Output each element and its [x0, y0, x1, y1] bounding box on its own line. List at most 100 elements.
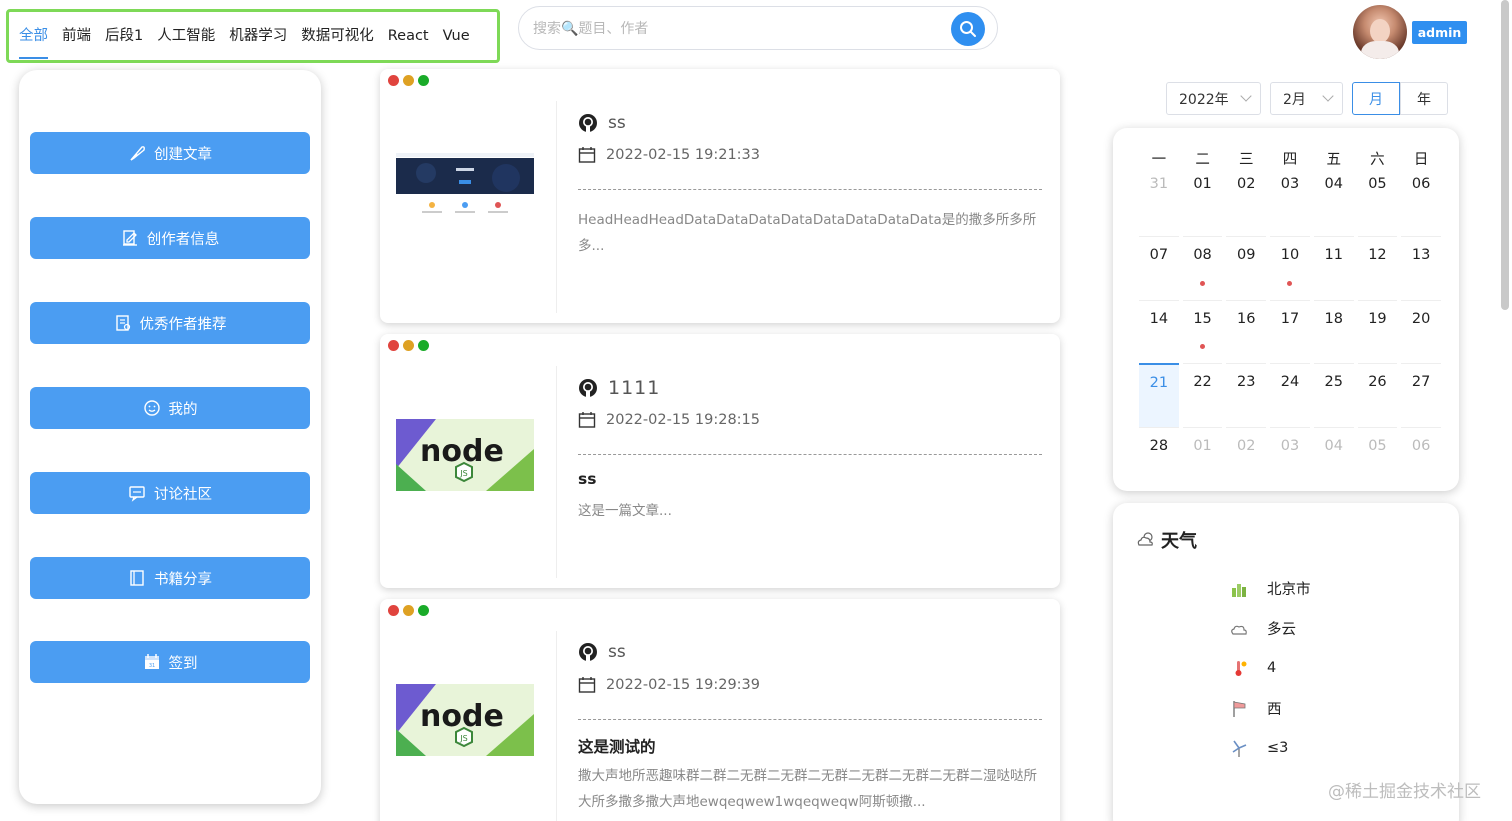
calendar-day[interactable]: 19 [1357, 299, 1398, 364]
calendar-day[interactable]: 06 [1401, 427, 1441, 491]
year-select[interactable]: 2022年 [1166, 82, 1261, 115]
nav-tab-react[interactable]: React [388, 16, 429, 56]
calendar-day[interactable]: 03 [1270, 427, 1310, 491]
calendar-day-number: 27 [1411, 374, 1431, 391]
search-input[interactable] [533, 17, 933, 41]
calendar-day[interactable]: 15 [1182, 299, 1223, 364]
calendar-day-number: 07 [1149, 246, 1169, 263]
calendar-day[interactable]: 06 [1401, 172, 1441, 236]
calendar-day[interactable]: 22 [1182, 363, 1223, 427]
article-title[interactable]: 1111 [608, 377, 660, 399]
recommended-authors-button[interactable]: 优秀作者推荐 [30, 302, 310, 344]
calendar-day[interactable]: 05 [1357, 427, 1398, 491]
calendar-day[interactable]: 24 [1270, 363, 1310, 427]
year-mode-button[interactable]: 年 [1400, 82, 1448, 115]
weather-city-row: 北京市 [1229, 578, 1311, 599]
calendar-day[interactable]: 28 [1139, 427, 1179, 491]
calendar-day[interactable]: 07 [1139, 235, 1179, 300]
weekday-label: 日 [1413, 152, 1429, 168]
calendar-day-number: 13 [1411, 246, 1431, 263]
calendar-day-today[interactable]: 21 [1139, 363, 1179, 428]
calendar-day[interactable]: 01 [1182, 427, 1223, 491]
weekday-label: 一 [1151, 152, 1167, 168]
weather-city: 北京市 [1267, 582, 1311, 598]
search-button[interactable] [951, 12, 985, 46]
cloud-icon [1231, 625, 1247, 635]
calendar-day[interactable]: 14 [1139, 299, 1179, 364]
calendar-week-row: 21 22 23 24 25 26 27 [1137, 363, 1443, 428]
community-button[interactable]: 讨论社区 [30, 472, 310, 514]
article-title[interactable]: ss [608, 642, 626, 662]
page: 全部 前端 后段1 人工智能 机器学习 数据可视化 React Vue admi… [0, 0, 1512, 821]
article-card[interactable]: ss 2022-02-15 19:21:33 HeadHeadHeadDataD… [380, 69, 1060, 323]
calendar-day[interactable]: 04 [1314, 172, 1354, 236]
chevron-down-icon [1240, 90, 1252, 102]
temperature-icon [1235, 661, 1247, 676]
page-scrollbar[interactable] [1501, 0, 1509, 310]
calendar-week-row: 31 01 02 03 04 05 06 [1137, 172, 1443, 236]
calendar-weekdays: 一 二 三 四 五 六 日 [1137, 148, 1443, 172]
calendar-day-number: 02 [1237, 176, 1256, 192]
calendar-day[interactable]: 01 [1183, 172, 1223, 236]
event-dot [1200, 344, 1206, 350]
nav-tab-vue[interactable]: Vue [443, 16, 470, 56]
calendar-day[interactable]: 25 [1313, 363, 1354, 427]
book-share-button[interactable]: 书籍分享 [30, 557, 310, 599]
article-title[interactable]: ss [608, 113, 626, 133]
nav-tab-backend[interactable]: 后段1 [105, 16, 143, 56]
calendar-day-number: 23 [1237, 374, 1256, 391]
nav-tab-ai[interactable]: 人工智能 [157, 16, 215, 56]
mine-button[interactable]: 我的 [30, 387, 310, 429]
calendar-day[interactable]: 13 [1401, 235, 1441, 300]
calendar-day[interactable]: 02 [1226, 172, 1266, 236]
search-icon [960, 21, 976, 37]
calendar-day[interactable]: 03 [1270, 172, 1310, 236]
calendar-day-number: 25 [1324, 374, 1343, 391]
calendar-day[interactable]: 05 [1358, 172, 1398, 236]
calendar-day[interactable]: 04 [1313, 427, 1354, 491]
svg-text:JS: JS [459, 469, 467, 478]
github-icon [579, 643, 597, 661]
article-card[interactable]: node JS ss 2022-02-15 19:29:39 这是测试的 撒大声… [380, 599, 1060, 821]
month-mode-button[interactable]: 月 [1352, 82, 1400, 115]
calendar-day[interactable]: 02 [1226, 427, 1267, 491]
calendar-day[interactable]: 08 [1182, 235, 1223, 300]
month-select[interactable]: 2月 [1270, 82, 1343, 115]
avatar[interactable] [1353, 5, 1407, 59]
calendar-day[interactable]: 09 [1226, 235, 1267, 300]
article-thumbnail[interactable]: node JS [396, 419, 534, 491]
calendar-day-number: 17 [1280, 310, 1300, 327]
calendar-day[interactable]: 26 [1357, 363, 1398, 427]
nav-tab-dataviz[interactable]: 数据可视化 [301, 16, 374, 56]
calendar-day[interactable]: 23 [1226, 363, 1267, 427]
user-badge[interactable]: admin [1412, 21, 1467, 44]
calendar-icon [578, 147, 596, 163]
sidebar: 创建文章 创作者信息 优秀作者推荐 我的 讨论社区 书籍分享 31 签到 [19, 70, 321, 804]
calendar-day[interactable]: 11 [1313, 235, 1354, 300]
calendar-day[interactable]: 12 [1357, 235, 1398, 300]
article-thumbnail[interactable] [396, 153, 534, 225]
checkin-button[interactable]: 31 签到 [30, 641, 310, 683]
card-divider [556, 366, 557, 578]
nav-tab-all[interactable]: 全部 [19, 16, 48, 59]
article-heading: 这是测试的 [578, 738, 656, 756]
calendar-day[interactable]: 27 [1401, 363, 1441, 427]
article-thumbnail[interactable]: node JS [396, 684, 534, 756]
feather-icon [130, 146, 145, 161]
calendar-day[interactable]: 17 [1270, 299, 1310, 364]
svg-text:JS: JS [459, 734, 467, 743]
weather-temp-row: 4 [1229, 658, 1276, 678]
calendar-day[interactable]: 10 [1270, 235, 1310, 300]
create-article-button[interactable]: 创建文章 [30, 132, 310, 174]
creator-info-button[interactable]: 创作者信息 [30, 217, 310, 259]
calendar-day[interactable]: 20 [1401, 299, 1441, 364]
smile-icon [143, 400, 160, 416]
calendar-day[interactable]: 18 [1313, 299, 1354, 364]
calendar-day[interactable]: 31 [1139, 172, 1179, 236]
calendar-day-number: 10 [1280, 246, 1300, 263]
nav-tab-ml[interactable]: 机器学习 [229, 16, 287, 56]
article-card[interactable]: node JS 1111 2022-02-15 19:28:15 ss 这是一篇… [380, 334, 1060, 588]
calendar-day[interactable]: 16 [1226, 299, 1267, 364]
nav-tab-frontend[interactable]: 前端 [62, 16, 91, 56]
github-icon [579, 379, 597, 397]
